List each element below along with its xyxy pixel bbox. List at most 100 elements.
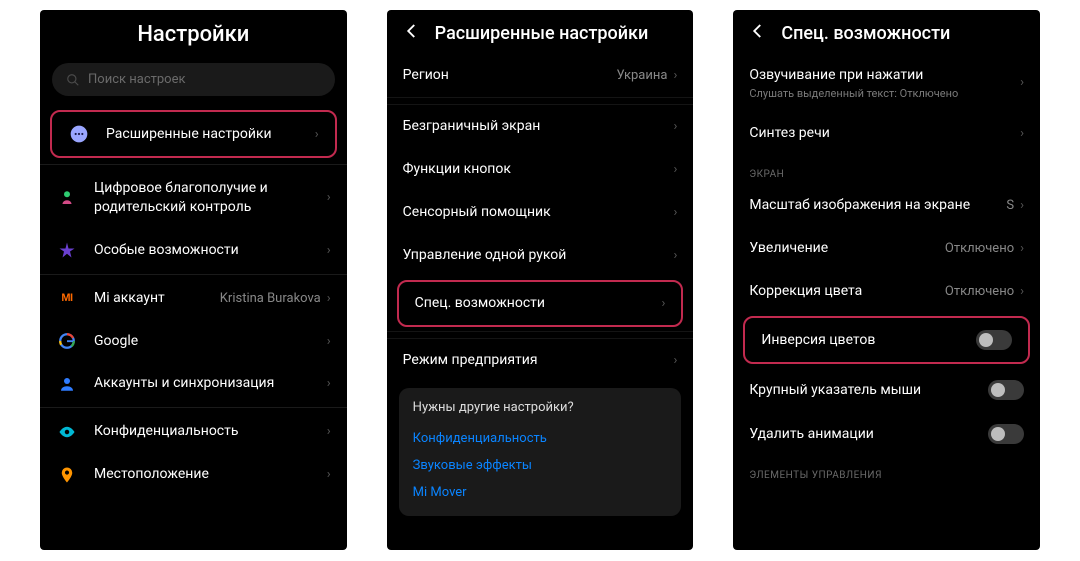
chevron-right-icon: › [1020, 198, 1024, 213]
row-sublabel: Слушать выделенный текст: Отключено [749, 87, 1020, 100]
chevron-left-icon [403, 22, 421, 40]
mi-logo-icon: MI [56, 292, 78, 304]
highlight-color-inversion: Инверсия цветов [743, 316, 1030, 364]
row-display-scale[interactable]: Масштаб изображения на экране S › [733, 184, 1040, 227]
section-screen: ЭКРАН [733, 155, 1040, 184]
card-question: Нужны другие настройки? [413, 400, 668, 415]
row-label: Масштаб изображения на экране [749, 196, 1006, 215]
link-privacy[interactable]: Конфиденциальность [413, 425, 668, 452]
row-label: Местоположение [94, 465, 327, 484]
section-controls: ЭЛЕМЕНТЫ УПРАВЛЕНИЯ [733, 456, 1040, 485]
back-button[interactable] [749, 22, 767, 44]
page-title: Расширенные настройки [435, 23, 649, 44]
chevron-left-icon [749, 22, 767, 40]
settings-screen: Настройки Поиск настроек Расширенные нас… [40, 10, 347, 550]
row-speak-on-tap[interactable]: Озвучивание при нажатии Слушать выделенн… [733, 54, 1040, 112]
row-label: Безграничный экран [403, 117, 674, 136]
page-title: Настройки [137, 22, 249, 47]
advanced-settings-screen: Расширенные настройки Регион Украина › Б… [387, 10, 694, 550]
chevron-right-icon: › [327, 376, 331, 391]
row-accounts-sync[interactable]: Аккаунты и синхронизация › [40, 362, 347, 405]
back-button[interactable] [403, 22, 421, 44]
row-color-inversion[interactable]: Инверсия цветов [745, 318, 1028, 362]
row-one-hand[interactable]: Управление одной рукой › [387, 234, 694, 277]
row-label: Увеличение [749, 239, 945, 258]
ellipsis-icon [68, 124, 90, 144]
accessibility-screen: Спец. возможности Озвучивание при нажати… [733, 10, 1040, 550]
special-icon [56, 241, 78, 259]
chevron-right-icon: › [673, 248, 677, 263]
row-google[interactable]: Google › [40, 320, 347, 363]
chevron-right-icon: › [327, 291, 331, 306]
row-accessibility[interactable]: Спец. возможности › [399, 282, 682, 325]
search-input[interactable]: Поиск настроек [52, 63, 335, 96]
row-region[interactable]: Регион Украина › [387, 54, 694, 97]
row-label: Управление одной рукой [403, 246, 674, 265]
header: Настройки [40, 10, 347, 57]
row-label: Озвучивание при нажатии [749, 66, 1020, 85]
row-label: Mi аккаунт [94, 289, 220, 308]
row-privacy[interactable]: Конфиденциальность › [40, 410, 347, 453]
chevron-right-icon: › [673, 119, 677, 134]
toggle-large-pointer[interactable] [988, 380, 1024, 400]
chevron-right-icon: › [327, 424, 331, 439]
row-label: Цифровое благополучие и родительский кон… [94, 179, 327, 217]
row-value: Kristina Burakova [220, 291, 321, 306]
row-magnification[interactable]: Увеличение Отключено › [733, 227, 1040, 270]
row-label: Коррекция цвета [749, 282, 945, 301]
row-label: Крупный указатель мыши [749, 381, 988, 400]
search-placeholder: Поиск настроек [88, 72, 186, 87]
row-label: Регион [403, 66, 617, 85]
highlight-advanced: Расширенные настройки › [50, 110, 337, 158]
row-label: Синтез речи [749, 124, 1020, 143]
row-enterprise[interactable]: Режим предприятия › [387, 339, 694, 382]
row-buttons[interactable]: Функции кнопок › [387, 148, 694, 191]
chevron-right-icon: › [661, 296, 665, 311]
row-value: Отключено [945, 284, 1014, 299]
row-value: Украина [616, 68, 667, 83]
google-icon [56, 332, 78, 350]
chevron-right-icon: › [1020, 126, 1024, 141]
search-icon [66, 73, 80, 87]
chevron-right-icon: › [1020, 284, 1024, 299]
toggle-remove-animations[interactable] [988, 424, 1024, 444]
chevron-right-icon: › [327, 334, 331, 349]
account-icon [56, 375, 78, 393]
row-advanced-settings[interactable]: Расширенные настройки › [52, 112, 335, 156]
row-value: S [1006, 198, 1014, 213]
row-mi-account[interactable]: MI Mi аккаунт Kristina Burakova › [40, 277, 347, 320]
row-touch-assistant[interactable]: Сенсорный помощник › [387, 191, 694, 234]
chevron-right-icon: › [673, 353, 677, 368]
row-value: Отключено [945, 241, 1014, 256]
eye-icon [56, 423, 78, 441]
row-label: Конфиденциальность [94, 422, 327, 441]
chevron-right-icon: › [673, 205, 677, 220]
chevron-right-icon: › [1020, 75, 1024, 90]
link-mi-mover[interactable]: Mi Mover [413, 479, 668, 506]
row-remove-animations[interactable]: Удалить анимации [733, 412, 1040, 456]
chevron-right-icon: › [327, 243, 331, 258]
row-label: Особые возможности [94, 241, 327, 260]
row-large-pointer[interactable]: Крупный указатель мыши [733, 368, 1040, 412]
row-label: Спец. возможности [415, 294, 662, 313]
chevron-right-icon: › [673, 68, 677, 83]
row-label: Режим предприятия [403, 351, 674, 370]
row-fullscreen[interactable]: Безграничный экран › [387, 105, 694, 148]
row-special[interactable]: Особые возможности › [40, 229, 347, 272]
row-wellbeing[interactable]: Цифровое благополучие и родительский кон… [40, 167, 347, 229]
header: Расширенные настройки [387, 10, 694, 54]
chevron-right-icon: › [1020, 241, 1024, 256]
wellbeing-icon [56, 189, 78, 207]
row-label: Сенсорный помощник [403, 203, 674, 222]
chevron-right-icon: › [315, 127, 319, 142]
chevron-right-icon: › [327, 190, 331, 205]
row-color-correction[interactable]: Коррекция цвета Отключено › [733, 270, 1040, 313]
row-tts[interactable]: Синтез речи › [733, 112, 1040, 155]
link-sound[interactable]: Звуковые эффекты [413, 452, 668, 479]
toggle-color-inversion[interactable] [976, 330, 1012, 350]
chevron-right-icon: › [673, 162, 677, 177]
row-location[interactable]: Местоположение › [40, 453, 347, 496]
highlight-accessibility: Спец. возможности › [397, 280, 684, 327]
row-label: Инверсия цветов [761, 331, 976, 350]
page-title: Спец. возможности [781, 23, 950, 44]
